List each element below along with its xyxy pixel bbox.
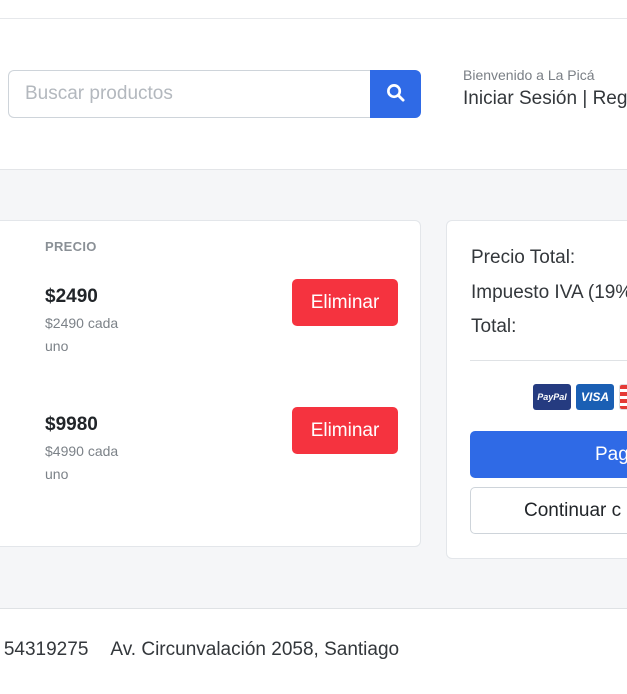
total-label: Total: <box>471 316 517 337</box>
login-link[interactable]: Iniciar Sesión <box>463 88 577 109</box>
mastercard-icon <box>619 384 627 410</box>
order-summary-card: Precio Total: Impuesto IVA (19% Total: P… <box>446 220 627 559</box>
item-price: $9980 <box>45 414 98 435</box>
auth-separator: | <box>582 88 588 109</box>
footer-phone: 9 54319275 <box>0 639 89 660</box>
search-input[interactable] <box>8 70 372 118</box>
auth-links: Iniciar Sesión | Reg <box>463 88 627 110</box>
search-icon <box>386 83 405 105</box>
site-header: Bienvenido a La Picá Iniciar Sesión | Re… <box>0 19 627 170</box>
item-price: $2490 <box>45 286 98 307</box>
search-button[interactable] <box>370 70 421 118</box>
pay-button[interactable]: Pag <box>470 431 627 478</box>
item-unit-price: $4990 cada uno <box>45 443 119 482</box>
cart-row: $9980 $4990 cada uno Eliminar <box>0 407 422 504</box>
welcome-message: Bienvenido a La Picá <box>463 67 595 83</box>
remove-item-button[interactable]: Eliminar <box>292 279 398 326</box>
remove-item-button[interactable]: Eliminar <box>292 407 398 454</box>
cart-page: PRECIO $2490 $2490 cada uno Eliminar $99… <box>0 170 627 609</box>
item-unit-price: $2490 cada uno <box>45 315 119 354</box>
summary-divider <box>470 360 627 361</box>
payment-methods: PayPal VISA <box>533 384 627 410</box>
visa-icon: VISA <box>576 384 614 410</box>
tax-label: Impuesto IVA (19% <box>471 282 627 303</box>
cart-row: $2490 $2490 cada uno Eliminar <box>0 279 422 376</box>
subtotal-label: Precio Total: <box>471 247 576 268</box>
price-column-header: PRECIO <box>45 239 97 254</box>
footer-address: Av. Circunvalación 2058, Santiago <box>110 639 400 660</box>
register-link[interactable]: Reg <box>593 88 627 109</box>
footer-contact: 9 54319275 Av. Circunvalación 2058, Santi… <box>0 639 399 661</box>
cart-items-card: PRECIO $2490 $2490 cada uno Eliminar $99… <box>0 220 421 547</box>
continue-shopping-button[interactable]: Continuar c <box>470 487 627 534</box>
paypal-icon: PayPal <box>533 384 571 410</box>
site-footer: 9 54319275 Av. Circunvalación 2058, Santi… <box>0 610 627 694</box>
search-bar <box>8 70 421 118</box>
